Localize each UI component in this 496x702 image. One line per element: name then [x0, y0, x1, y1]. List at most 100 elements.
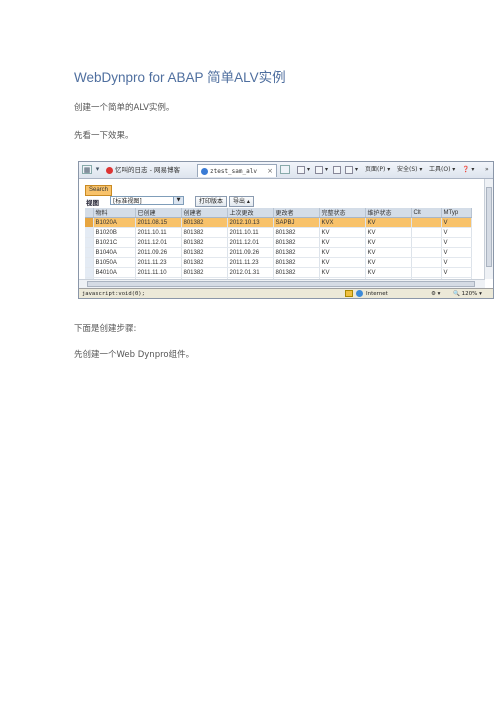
table-cell: SAPBJ — [273, 217, 320, 228]
table-cell: 801382 — [181, 217, 228, 228]
row-selector[interactable] — [85, 257, 94, 268]
table-cell: 2011.11.23 — [227, 257, 274, 268]
tab-list-icon[interactable]: ▾ — [94, 165, 101, 174]
table-cell: V — [441, 257, 472, 268]
vertical-scrollbar[interactable] — [484, 179, 493, 279]
table-cell: KV — [319, 257, 366, 268]
view-select-value: [标准视图] — [113, 198, 142, 205]
table-row[interactable]: B1020A 2011.08.15 801382 2012.10.13 SAPBJ KVX… — [85, 217, 472, 228]
row-selector[interactable] — [85, 227, 94, 238]
column-header[interactable]: 维护状态 — [365, 208, 412, 218]
home-icon[interactable] — [297, 166, 305, 174]
home-dropdown-icon[interactable]: ▾ — [307, 164, 310, 176]
feeds-icon[interactable] — [315, 166, 323, 174]
table-cell: 2012.01.31 — [227, 267, 274, 278]
print-version-button[interactable]: 打印版本 — [195, 196, 228, 207]
table-cell: 2011.12.01 — [227, 237, 274, 248]
table-cell — [411, 217, 442, 228]
column-header[interactable]: 更改者 — [273, 208, 320, 218]
table-cell: V — [441, 267, 472, 278]
read-mail-icon[interactable] — [333, 166, 341, 174]
print-dropdown-icon[interactable]: ▾ — [355, 164, 358, 176]
export-button[interactable]: 导出 ▴ — [229, 196, 254, 207]
table-cell: 801382 — [181, 257, 228, 268]
page-content: Search 视图 [标准视图] ▼ 打印版本 导出 ▴ 物料 已创建 创建者 上次更… — [79, 179, 493, 298]
browser-screenshot: ▦ ▾ 忆叫的日志 - 网易博客 ztest_sam_alv × ▾ ▾ ▾ 页… — [78, 161, 494, 299]
table-cell: 801382 — [273, 267, 320, 278]
table-cell: 2011.10.11 — [135, 227, 182, 238]
table-cell: 2012.10.13 — [227, 217, 274, 228]
table-cell — [411, 267, 442, 278]
column-header[interactable]: 上次更改 — [227, 208, 274, 218]
search-button[interactable]: Search — [85, 185, 113, 196]
horizontal-scroll-thumb[interactable] — [87, 281, 475, 287]
safety-menu[interactable]: 安全(S) ▾ — [397, 164, 422, 176]
table-row[interactable]: B1021C 2011.12.01 801382 2011.12.01 801382 KV… — [85, 237, 472, 248]
doc-title: WebDynpro for ABAP 简单ALV实例 — [74, 70, 286, 85]
table-cell — [411, 257, 442, 268]
page-favicon-icon — [201, 168, 208, 175]
steps-heading: 下面是创建步骤: — [74, 324, 137, 334]
page-menu[interactable]: 页面(P) ▾ — [365, 164, 390, 176]
help-menu[interactable]: ❓ ▾ — [462, 164, 474, 176]
view-select[interactable]: [标准视图] ▼ — [110, 196, 184, 205]
column-header[interactable]: 完整状态 — [319, 208, 366, 218]
table-cell: 2011.11.23 — [135, 257, 182, 268]
chevron-down-icon[interactable]: ▼ — [173, 197, 183, 204]
column-header[interactable]: 创建者 — [181, 208, 228, 218]
table-cell — [411, 247, 442, 258]
row-selector-header[interactable] — [85, 208, 94, 218]
table-cell: 2011.08.15 — [135, 217, 182, 228]
table-cell: 801382 — [273, 237, 320, 248]
quick-tabs-icon[interactable]: ▦ — [82, 165, 92, 174]
table-cell: 2011.12.01 — [135, 237, 182, 248]
preview-text: 先看一下效果。 — [74, 131, 134, 141]
table-cell: 2011.09.26 — [135, 247, 182, 258]
tab-close-icon[interactable]: × — [267, 165, 273, 178]
column-header[interactable]: 已创建 — [135, 208, 182, 218]
table-cell: 801382 — [181, 247, 228, 258]
feeds-dropdown-icon[interactable]: ▾ — [325, 164, 328, 176]
tab-alv[interactable]: ztest_sam_alv × — [197, 164, 277, 177]
print-icon[interactable] — [345, 166, 353, 174]
table-cell: B1020B — [93, 227, 136, 238]
column-header[interactable]: Clt — [411, 208, 442, 218]
table-cell: KVX — [319, 217, 366, 228]
toolbar-more-icon[interactable]: » — [485, 164, 489, 176]
table-cell: V — [441, 237, 472, 248]
status-bar: javascript:void(0); Internet ⚙ ▾ 🔍 120% … — [79, 288, 493, 298]
column-header[interactable]: MTyp — [441, 208, 472, 218]
status-url: javascript:void(0); — [82, 291, 145, 297]
column-header[interactable]: 物料 — [93, 208, 136, 218]
table-cell: 2011.09.26 — [227, 247, 274, 258]
row-selector[interactable] — [85, 217, 94, 228]
table-row[interactable]: B1020B 2011.10.11 801382 2011.10.11 801382 KV… — [85, 227, 472, 238]
vertical-scroll-thumb[interactable] — [486, 187, 492, 267]
row-selector[interactable] — [85, 247, 94, 258]
table-cell: V — [441, 247, 472, 258]
table-cell: B1020A — [93, 217, 136, 228]
row-selector[interactable] — [85, 237, 94, 248]
table-cell: 801382 — [181, 237, 228, 248]
zoom-level[interactable]: 🔍 120% ▾ — [453, 289, 482, 298]
table-cell: B4010A — [93, 267, 136, 278]
table-cell: 801382 — [273, 247, 320, 258]
table-cell: KV — [365, 227, 412, 238]
table-row[interactable]: B1040A 2011.09.26 801382 2011.09.26 801382 KV… — [85, 247, 472, 258]
table-row[interactable]: B1050A 2011.11.23 801382 2011.11.23 801382 KV… — [85, 257, 472, 268]
table-cell: 801382 — [181, 227, 228, 238]
table-cell: KV — [319, 237, 366, 248]
horizontal-scrollbar[interactable] — [79, 279, 485, 288]
row-selector[interactable] — [85, 267, 94, 278]
protected-mode-icon[interactable]: ⚙ ▾ — [431, 289, 440, 298]
tab-blog[interactable]: 忆叫的日志 - 网易博客 — [103, 164, 195, 177]
tools-menu[interactable]: 工具(O) ▾ — [429, 164, 455, 176]
new-tab-icon[interactable] — [280, 165, 290, 174]
intro-text: 创建一个简单的ALV实例。 — [74, 103, 175, 113]
table-cell: KV — [365, 257, 412, 268]
warning-icon — [345, 290, 353, 297]
table-row[interactable]: B4010A 2011.11.10 801382 2012.01.31 801382 KV… — [85, 267, 472, 278]
blog-favicon-icon — [106, 167, 113, 174]
table-cell: 2011.10.11 — [227, 227, 274, 238]
globe-icon — [356, 290, 363, 297]
